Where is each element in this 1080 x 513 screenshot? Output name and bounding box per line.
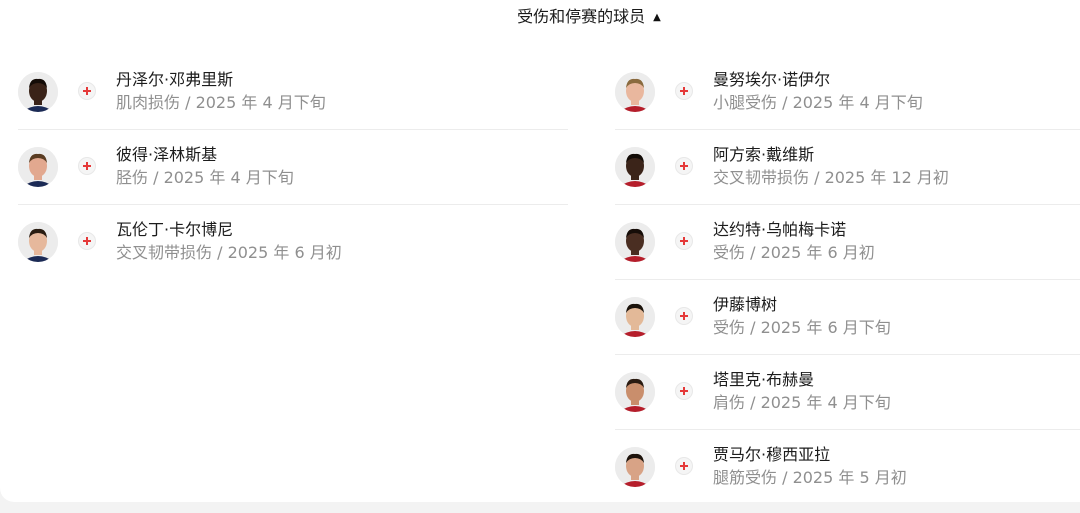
- player-name: 贾马尔·穆西亚拉: [713, 445, 831, 464]
- player-avatar: [615, 222, 655, 262]
- injury-detail: 交叉韧带损伤 / 2025 年 6 月初: [116, 243, 342, 262]
- player-avatar: [615, 147, 655, 187]
- injuries-header-title: 受伤和停赛的球员: [517, 7, 646, 26]
- injuries-header-toggle[interactable]: 受伤和停赛的球员 ▲: [0, 5, 1080, 30]
- player-row[interactable]: 伊藤博树受伤 / 2025 年 6 月下旬: [615, 280, 1080, 355]
- player-avatar: [615, 72, 655, 112]
- player-name: 达约特·乌帕梅卡诺: [713, 220, 847, 239]
- player-row[interactable]: 彼得·泽林斯基胫伤 / 2025 年 4 月下旬: [18, 130, 568, 205]
- player-row[interactable]: 达约特·乌帕梅卡诺受伤 / 2025 年 6 月初: [615, 205, 1080, 280]
- injury-detail: 受伤 / 2025 年 6 月初: [713, 243, 875, 262]
- away-team-injuries: 曼努埃尔·诺伊尔小腿受伤 / 2025 年 4 月下旬 阿方索·戴维斯交叉韧带损伤…: [615, 55, 1080, 504]
- red-cross-icon: [675, 457, 693, 475]
- injury-detail: 小腿受伤 / 2025 年 4 月下旬: [713, 93, 923, 112]
- player-name: 伊藤博树: [713, 295, 778, 314]
- player-name: 塔里克·布赫曼: [713, 370, 815, 389]
- red-cross-icon: [675, 82, 693, 100]
- player-avatar: [18, 72, 58, 112]
- red-cross-icon: [675, 382, 693, 400]
- injuries-panel: 受伤和停赛的球员 ▲ 丹泽尔·邓弗里斯 肌肉损伤 / 2025 年 4 月下旬 彼得·…: [0, 0, 1080, 502]
- player-name: 彼得·泽林斯基: [116, 145, 218, 164]
- red-cross-icon: [78, 157, 96, 175]
- player-avatar: [615, 372, 655, 412]
- injury-detail: 腿筋受伤 / 2025 年 5 月初: [713, 468, 907, 487]
- player-name: 丹泽尔·邓弗里斯: [116, 70, 234, 89]
- red-cross-icon: [78, 232, 96, 250]
- caret-up-icon: ▲: [653, 12, 661, 23]
- player-row[interactable]: 塔里克·布赫曼肩伤 / 2025 年 4 月下旬: [615, 355, 1080, 430]
- player-name: 瓦伦丁·卡尔博尼: [116, 220, 234, 239]
- player-avatar: [615, 447, 655, 487]
- player-name: 曼努埃尔·诺伊尔: [713, 70, 831, 89]
- red-cross-icon: [675, 157, 693, 175]
- red-cross-icon: [675, 232, 693, 250]
- injury-detail: 胫伤 / 2025 年 4 月下旬: [116, 168, 294, 187]
- player-row[interactable]: 贾马尔·穆西亚拉腿筋受伤 / 2025 年 5 月初: [615, 430, 1080, 504]
- home-team-injuries: 丹泽尔·邓弗里斯肌肉损伤 / 2025 年 4 月下旬 彼得·泽林斯基胫伤 / 2…: [18, 55, 568, 279]
- injury-detail: 肌肉损伤 / 2025 年 4 月下旬: [116, 93, 326, 112]
- injury-detail: 受伤 / 2025 年 6 月下旬: [713, 318, 891, 337]
- red-cross-icon: [675, 307, 693, 325]
- red-cross-icon: [78, 82, 96, 100]
- player-avatar: [18, 222, 58, 262]
- player-avatar: [615, 297, 655, 337]
- player-avatar: [18, 147, 58, 187]
- player-row[interactable]: 曼努埃尔·诺伊尔小腿受伤 / 2025 年 4 月下旬: [615, 55, 1080, 130]
- injury-detail: 肩伤 / 2025 年 4 月下旬: [713, 393, 891, 412]
- player-row[interactable]: 丹泽尔·邓弗里斯肌肉损伤 / 2025 年 4 月下旬: [18, 55, 568, 130]
- injury-detail: 交叉韧带损伤 / 2025 年 12 月初: [713, 168, 949, 187]
- player-row[interactable]: 阿方索·戴维斯交叉韧带损伤 / 2025 年 12 月初: [615, 130, 1080, 205]
- player-name: 阿方索·戴维斯: [713, 145, 815, 164]
- player-row[interactable]: 瓦伦丁·卡尔博尼交叉韧带损伤 / 2025 年 6 月初: [18, 205, 568, 279]
